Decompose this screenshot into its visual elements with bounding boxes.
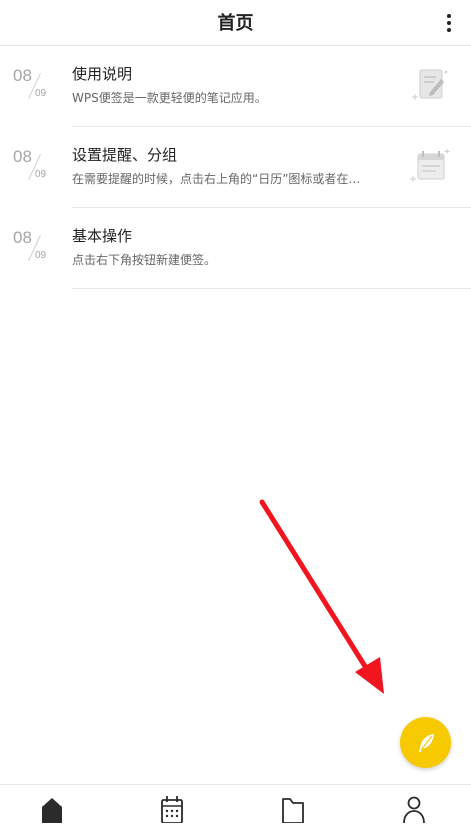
note-summary: 点击右下角按钮新建便签。	[72, 253, 217, 267]
calendar-note-icon	[410, 149, 450, 182]
calendar-icon[interactable]	[157, 793, 187, 823]
note-month: 09	[35, 88, 47, 99]
note-day: 08	[13, 228, 32, 247]
note-item-basic-ops[interactable]: 08 09 基本操作 点击右下角按钮新建便签。	[0, 208, 471, 289]
note-item-reminder[interactable]: 08 09 设置提醒、分组 在需要提醒的时候，点击右上角的“日历”图标或者在…	[0, 127, 471, 208]
bottom-nav	[0, 784, 471, 825]
new-note-button[interactable]	[400, 717, 451, 768]
feather-icon	[418, 733, 434, 752]
folder-icon[interactable]	[278, 793, 308, 823]
user-icon[interactable]	[399, 793, 429, 823]
note-month: 09	[35, 250, 47, 261]
note-summary: 在需要提醒的时候，点击右上角的“日历”图标或者在…	[72, 172, 361, 186]
note-day: 08	[13, 147, 32, 166]
note-title: 基本操作	[72, 227, 133, 245]
page-title: 首页	[217, 13, 254, 34]
note-summary: WPS便签是一款更轻便的笔记应用。	[72, 91, 267, 105]
note-day: 08	[13, 66, 32, 85]
note-date: 08 09	[13, 147, 53, 189]
note-date: 08 09	[13, 228, 53, 270]
note-pen-icon	[412, 69, 448, 100]
top-bar: 首页	[0, 0, 471, 46]
note-date: 08 09	[13, 66, 53, 108]
home-icon[interactable]	[37, 793, 67, 823]
note-title: 设置提醒、分组	[72, 146, 178, 164]
note-title: 使用说明	[72, 65, 133, 83]
note-month: 09	[35, 169, 47, 180]
note-item-usage[interactable]: 08 09 使用说明 WPS便签是一款更轻便的笔记应用。	[0, 46, 471, 127]
more-vertical-icon[interactable]	[437, 9, 461, 37]
